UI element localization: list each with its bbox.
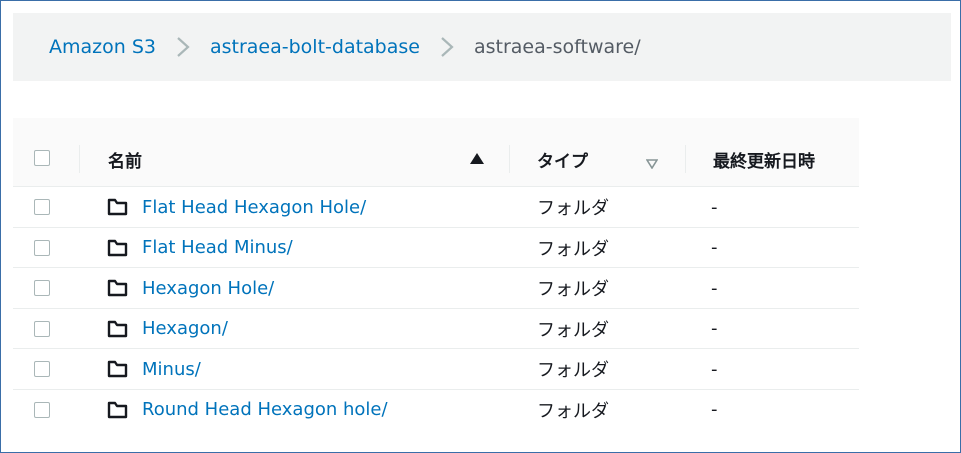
folder-name-link[interactable]: Flat Head Hexagon Hole/ — [142, 187, 366, 227]
folder-name-link[interactable]: Minus/ — [142, 349, 201, 389]
column-header-last-modified[interactable]: 最終更新日時 — [713, 131, 815, 187]
chevron-right-icon — [166, 35, 200, 59]
sort-ascending-icon[interactable] — [470, 153, 484, 164]
column-divider — [685, 145, 686, 173]
breadcrumb-current: astraea-software/ — [473, 36, 641, 58]
table-header: 名前 タイプ 最終更新日時 — [13, 131, 859, 187]
row-checkbox[interactable] — [34, 361, 50, 377]
folder-icon — [107, 197, 128, 217]
table-row[interactable]: Hexagon/ フォルダ - — [13, 309, 859, 349]
folder-name-link[interactable]: Hexagon Hole/ — [142, 268, 274, 308]
type-cell: フォルダ — [537, 238, 609, 260]
row-checkbox[interactable] — [34, 199, 50, 215]
row-checkbox[interactable] — [34, 320, 50, 337]
column-header-name[interactable]: 名前 — [108, 131, 142, 187]
type-cell: フォルダ — [537, 279, 609, 300]
type-cell: フォルダ — [537, 319, 609, 341]
window-frame: Amazon S3 astraea-bolt-database astraea-… — [0, 0, 961, 453]
breadcrumb-link-amazon-s3[interactable]: Amazon S3 — [49, 36, 156, 58]
table-top-spacer — [13, 118, 859, 131]
last-modified-cell: - — [711, 196, 718, 218]
table-row[interactable]: Minus/ フォルダ - — [13, 349, 859, 390]
folder-icon — [107, 400, 128, 420]
chevron-right-icon — [430, 35, 464, 59]
table-row[interactable]: Round Head Hexagon hole/ フォルダ - — [13, 390, 859, 431]
table-row[interactable]: Flat Head Minus/ フォルダ - — [13, 228, 859, 268]
table-row[interactable]: Hexagon Hole/ フォルダ - — [13, 268, 859, 309]
last-modified-cell: - — [711, 277, 718, 299]
breadcrumb: Amazon S3 astraea-bolt-database astraea-… — [49, 13, 641, 81]
folder-icon — [107, 278, 128, 298]
type-cell: フォルダ — [537, 198, 609, 219]
folder-name-link[interactable]: Flat Head Minus/ — [142, 228, 293, 268]
column-divider — [79, 145, 80, 173]
folder-icon — [107, 359, 128, 379]
last-modified-cell: - — [711, 318, 718, 339]
objects-table: 名前 タイプ 最終更新日時 Flat Head Hexagon Hole/ フォ… — [13, 131, 859, 430]
folder-name-link[interactable]: Round Head Hexagon hole/ — [142, 390, 388, 430]
type-cell: フォルダ — [537, 360, 609, 381]
column-header-type[interactable]: タイプ — [537, 131, 588, 187]
row-checkbox[interactable] — [34, 280, 50, 296]
folder-icon — [107, 238, 128, 258]
last-modified-cell: - — [711, 358, 718, 380]
last-modified-cell: - — [711, 237, 718, 258]
breadcrumb-link-bucket[interactable]: astraea-bolt-database — [210, 36, 420, 58]
sort-descending-icon[interactable] — [645, 154, 659, 170]
folder-name-link[interactable]: Hexagon/ — [142, 309, 228, 349]
folder-icon — [107, 319, 128, 339]
row-checkbox[interactable] — [34, 401, 50, 418]
row-checkbox[interactable] — [34, 239, 50, 256]
last-modified-cell: - — [711, 399, 718, 420]
column-divider — [509, 145, 510, 173]
select-all-checkbox[interactable] — [34, 150, 50, 166]
table-row[interactable]: Flat Head Hexagon Hole/ フォルダ - — [13, 187, 859, 228]
type-cell: フォルダ — [537, 400, 609, 422]
breadcrumb-bar: Amazon S3 astraea-bolt-database astraea-… — [13, 13, 951, 81]
